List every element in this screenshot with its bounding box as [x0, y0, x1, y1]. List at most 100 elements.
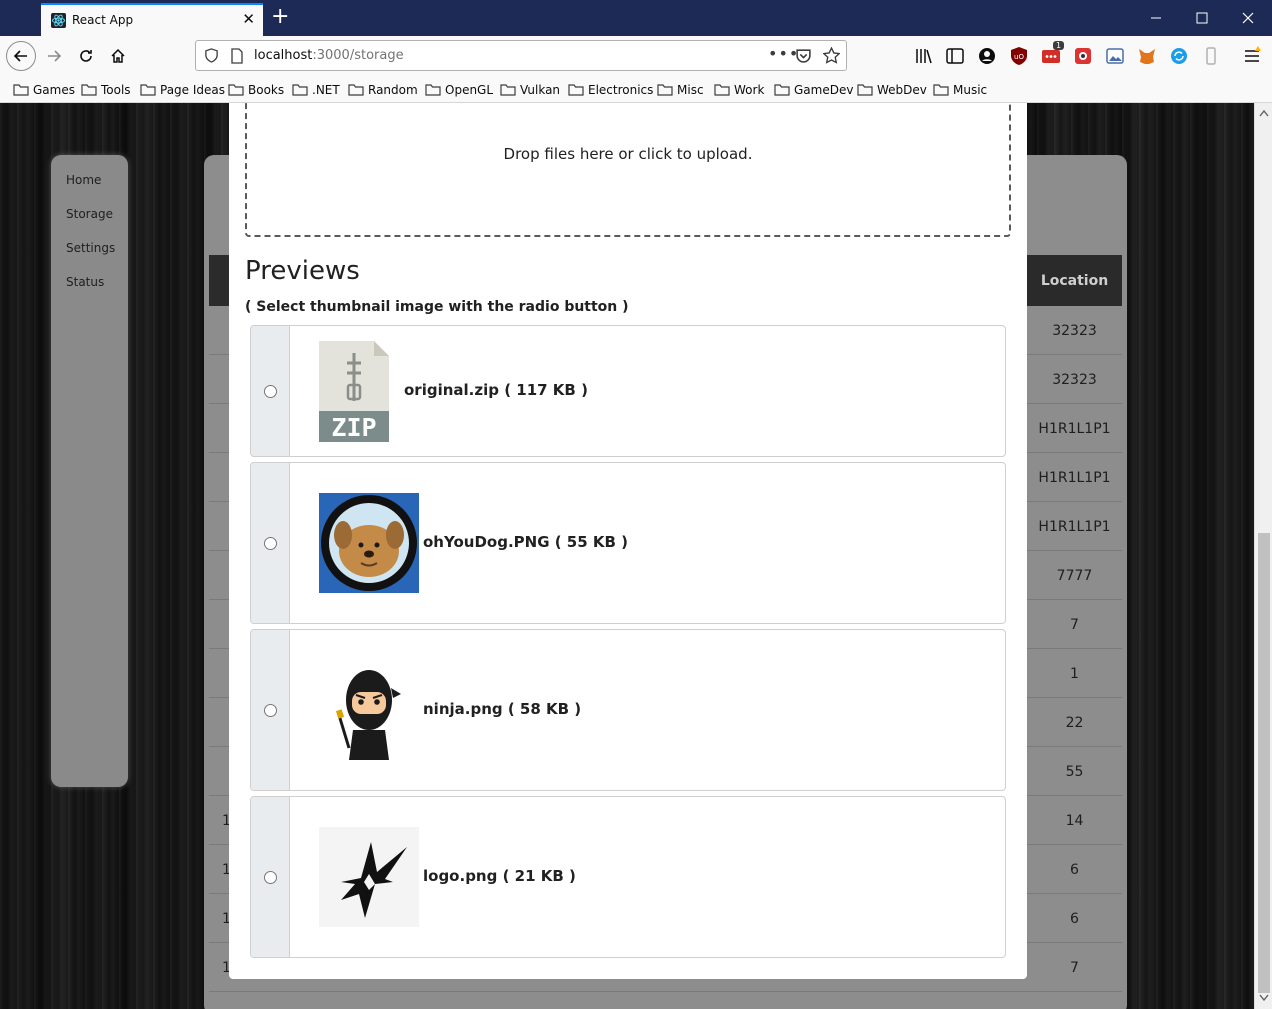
image-extension-icon[interactable]	[1104, 45, 1126, 67]
page-background: Home Storage Settings Status Location 32…	[0, 103, 1272, 1009]
location-cell: 22	[1065, 714, 1084, 731]
ublock-icon[interactable]: uO	[1008, 45, 1030, 67]
location-cell: 14	[1065, 812, 1084, 829]
location-cell: 32323	[1052, 322, 1097, 339]
folder-icon	[292, 84, 308, 96]
bookmark-item[interactable]: GameDev	[774, 81, 853, 98]
thumbnail-radio[interactable]	[264, 385, 277, 398]
radio-column	[251, 463, 290, 623]
bookmark-label: .NET	[312, 82, 340, 97]
preview-card-ninja[interactable]: ninja.png ( 58 KB )	[250, 629, 1006, 791]
reload-icon	[80, 50, 92, 62]
privacy-badger-icon[interactable]	[1072, 45, 1094, 67]
location-cell: 7	[1070, 616, 1079, 633]
folder-icon	[500, 84, 516, 96]
thumbnail-radio[interactable]	[264, 704, 277, 717]
folder-icon	[140, 84, 156, 96]
bookmark-item[interactable]: Tools	[81, 81, 131, 98]
pocket-icon[interactable]	[795, 47, 812, 64]
bookmark-item[interactable]: Misc	[657, 81, 704, 98]
bookmark-item[interactable]: Music	[933, 81, 987, 98]
bookmark-item[interactable]: Page Ideas	[140, 81, 225, 98]
bookmark-label: Tools	[101, 82, 131, 97]
preview-card-dog[interactable]: ohYouDog.PNG ( 55 KB )	[250, 462, 1006, 624]
bookmark-label: Books	[248, 82, 285, 97]
browser-tab[interactable]: React App ✕	[41, 3, 263, 36]
bookmark-item[interactable]: Random	[348, 81, 418, 98]
reload-button[interactable]	[71, 41, 101, 71]
folder-icon	[81, 84, 97, 96]
bookmark-label: Electronics	[588, 82, 654, 97]
location-cell: 6	[1070, 861, 1079, 878]
sidebar-nav: Home Storage Settings Status	[51, 155, 128, 787]
bookmark-item[interactable]: Games	[13, 81, 75, 98]
file-name-label: logo.png ( 21 KB )	[423, 867, 576, 885]
url-text[interactable]: localhost:3000/storage	[254, 48, 404, 63]
bookmark-item[interactable]: OpenGL	[425, 81, 493, 98]
phone-extension-icon[interactable]	[1200, 45, 1222, 67]
bookmark-item[interactable]: Electronics	[568, 81, 653, 98]
library-icon[interactable]	[913, 45, 935, 67]
close-window-icon[interactable]	[1238, 8, 1258, 28]
thumbnail-radio[interactable]	[264, 537, 277, 550]
location-cell: 32323	[1052, 371, 1097, 388]
previews-hint: ( Select thumbnail image with the radio …	[245, 299, 629, 315]
bookmark-label: Random	[368, 82, 418, 97]
location-cell: H1R1L1P1	[1038, 420, 1111, 437]
browser-navbar: localhost:3000/storage ••• uO 1	[0, 36, 1272, 76]
thumbnail-radio[interactable]	[264, 871, 277, 884]
maximize-icon[interactable]	[1192, 8, 1212, 28]
minimize-icon[interactable]	[1146, 8, 1166, 28]
bookmark-item[interactable]: .NET	[292, 81, 340, 98]
react-logo-icon	[51, 13, 66, 28]
bookmark-item[interactable]: Work	[714, 81, 764, 98]
file-dropzone[interactable]: Drop files here or click to upload.	[245, 103, 1011, 237]
bookmark-item[interactable]: Vulkan	[500, 81, 560, 98]
sidebar-item-status[interactable]: Status	[66, 275, 104, 289]
folder-icon	[657, 84, 673, 96]
location-cell: 7777	[1056, 567, 1093, 584]
previews-title: Previews	[245, 256, 360, 286]
scrollbar-thumb[interactable]	[1258, 533, 1270, 993]
back-button[interactable]	[6, 41, 36, 71]
star-logo-thumbnail	[319, 827, 419, 927]
dropzone-text: Drop files here or click to upload.	[503, 144, 753, 163]
sidebar-item-home[interactable]: Home	[66, 173, 101, 187]
bookmark-label: GameDev	[794, 82, 854, 97]
forward-button[interactable]	[39, 41, 69, 71]
scroll-down-icon[interactable]	[1259, 994, 1269, 1002]
location-cell: 6	[1070, 910, 1079, 927]
bookmark-label: OpenGL	[445, 82, 494, 97]
scroll-up-icon[interactable]	[1259, 109, 1269, 117]
preview-card-zip[interactable]: ZIP original.zip ( 117 KB )	[250, 325, 1006, 457]
home-button[interactable]	[103, 41, 133, 71]
bookmark-label: WebDev	[877, 82, 927, 97]
bookmarks-bar: Games Tools Page Ideas Books .NET Random OpenG…	[0, 76, 1272, 103]
bookmark-label: Games	[33, 82, 75, 97]
new-tab-icon[interactable]: +	[271, 4, 289, 30]
sidebar-item-settings[interactable]: Settings	[66, 241, 115, 255]
folder-icon	[714, 84, 730, 96]
preview-card-logo[interactable]: logo.png ( 21 KB )	[250, 796, 1006, 958]
location-cell: H1R1L1P1	[1038, 469, 1111, 486]
sidebar-toggle-icon[interactable]	[944, 45, 966, 67]
bookmark-label: Vulkan	[520, 82, 561, 97]
url-bar[interactable]: localhost:3000/storage •••	[195, 40, 847, 71]
bookmark-star-icon[interactable]	[823, 47, 840, 64]
bookmark-label: Work	[734, 82, 765, 97]
tab-title: React App	[72, 13, 134, 27]
location-column-header[interactable]: Location	[1027, 255, 1122, 306]
sync-extension-icon[interactable]	[1168, 45, 1190, 67]
page-scrollbar[interactable]	[1254, 103, 1272, 1009]
bookmark-item[interactable]: Books	[228, 81, 284, 98]
page-icon	[231, 48, 243, 64]
sidebar-item-storage[interactable]: Storage	[66, 207, 113, 221]
metamask-fox-icon[interactable]	[1136, 45, 1158, 67]
file-name-label: ohYouDog.PNG ( 55 KB )	[423, 533, 629, 551]
tab-close-icon[interactable]: ✕	[242, 10, 255, 28]
account-icon[interactable]	[976, 45, 998, 67]
bookmark-item[interactable]: WebDev	[857, 81, 927, 98]
shield-icon[interactable]	[204, 48, 219, 63]
menu-icon[interactable]	[1241, 45, 1263, 67]
file-name-label: ninja.png ( 58 KB )	[423, 700, 582, 718]
